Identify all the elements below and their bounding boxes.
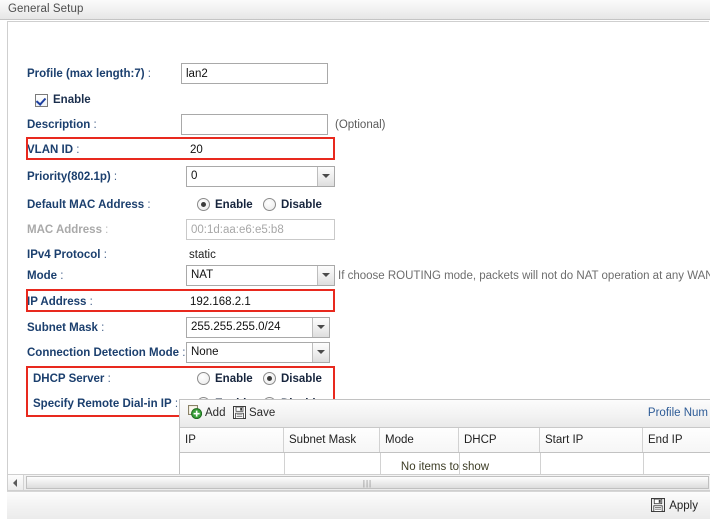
chevron-down-icon[interactable] bbox=[312, 343, 329, 362]
priority-label-text: Priority(802.1p) bbox=[27, 171, 111, 183]
mode-label-text: Mode bbox=[27, 270, 58, 282]
priority-label: Priority(802.1p) : bbox=[27, 166, 117, 188]
add-green-plus-icon bbox=[188, 405, 202, 419]
subnet-mask-label-text: Subnet Mask bbox=[27, 322, 98, 334]
apply-button-label: Apply bbox=[669, 500, 698, 512]
ipv4-protocol-value: static bbox=[189, 249, 216, 261]
dhcp-server-radio-group: Enable Disable bbox=[197, 368, 337, 390]
vlan-id-label-colon: : bbox=[73, 144, 80, 156]
description-optional-note: (Optional) bbox=[335, 119, 386, 131]
connection-detection-mode-label: Connection Detection Mode : bbox=[27, 342, 185, 364]
horizontal-scrollbar[interactable]: ||| bbox=[7, 474, 710, 491]
ip-address-label-text: IP Address bbox=[27, 296, 87, 308]
apply-button[interactable]: Apply bbox=[651, 496, 698, 516]
dhcp-server-disable-radio[interactable] bbox=[263, 372, 276, 385]
dhcp-server-enable-radio[interactable] bbox=[197, 372, 210, 385]
ipv4-protocol-label: IPv4 Protocol : bbox=[27, 244, 107, 266]
vlan-id-label-text: VLAN ID bbox=[27, 144, 73, 156]
mode-label: Mode : bbox=[27, 265, 63, 287]
general-setup-window: General Setup Profile (max length:7) : E… bbox=[0, 0, 710, 519]
grid-empty-message: No items to show bbox=[400, 461, 490, 473]
default-mac-address-label-colon: : bbox=[144, 199, 151, 211]
subnet-mask-select[interactable]: 255.255.255.0/24 bbox=[186, 317, 330, 338]
profile-label-colon: : bbox=[144, 68, 151, 80]
default-mac-enable-radio[interactable] bbox=[197, 198, 210, 211]
default-mac-address-radio-group: Enable Disable bbox=[197, 194, 337, 216]
save-button[interactable]: Save bbox=[233, 400, 275, 427]
mac-address-label: MAC Address : bbox=[27, 219, 108, 241]
grip-dots-icon: ||| bbox=[362, 479, 373, 488]
add-button-label: Add bbox=[205, 407, 226, 419]
specify-remote-dialin-ip-label-text: Specify Remote Dial-in IP bbox=[33, 398, 172, 410]
connection-detection-mode-select-value: None bbox=[191, 346, 219, 358]
vlan-id-input[interactable] bbox=[186, 139, 328, 160]
grid-header-row: IP Subnet Mask Mode DHCP Start IP End IP bbox=[180, 428, 710, 453]
enable-checkbox[interactable] bbox=[35, 94, 48, 107]
default-mac-address-label: Default MAC Address : bbox=[27, 194, 151, 216]
dhcp-server-disable-label: Disable bbox=[281, 373, 322, 385]
subnet-mask-label: Subnet Mask : bbox=[27, 317, 104, 339]
column-header-start-ip[interactable]: Start IP bbox=[540, 428, 643, 452]
mode-hint-text: If choose ROUTING mode, packets will not… bbox=[338, 270, 710, 282]
default-mac-address-label-text: Default MAC Address bbox=[27, 199, 145, 211]
chevron-down-icon[interactable] bbox=[312, 318, 329, 337]
ip-address-label: IP Address : bbox=[27, 291, 93, 313]
mac-address-input[interactable] bbox=[186, 219, 335, 240]
vlan-id-label: VLAN ID : bbox=[27, 139, 79, 161]
page-title: General Setup bbox=[8, 3, 84, 15]
column-header-subnet-mask[interactable]: Subnet Mask bbox=[284, 428, 380, 452]
column-header-dhcp[interactable]: DHCP bbox=[459, 428, 540, 452]
profile-input[interactable] bbox=[181, 63, 328, 84]
specify-remote-dialin-ip-label-colon: : bbox=[171, 398, 179, 410]
scrollbar-thumb[interactable]: ||| bbox=[26, 476, 709, 489]
connection-detection-mode-label-text: Connection Detection Mode bbox=[27, 347, 180, 359]
mac-address-label-colon: : bbox=[101, 224, 109, 236]
profile-label: Profile (max length:7) : bbox=[27, 63, 151, 85]
floppy-disk-icon bbox=[651, 498, 666, 512]
mac-address-label-text: MAC Address bbox=[27, 224, 102, 236]
subnet-mask-select-value: 255.255.255.0/24 bbox=[191, 321, 281, 333]
mode-select[interactable]: NAT bbox=[186, 265, 335, 286]
connection-detection-mode-label-colon: : bbox=[179, 347, 186, 359]
save-button-label: Save bbox=[249, 407, 276, 419]
dhcp-server-label: DHCP Server : bbox=[33, 368, 111, 390]
ipv4-protocol-label-text: IPv4 Protocol bbox=[27, 249, 101, 261]
window-titlebar: General Setup bbox=[0, 0, 710, 20]
floppy-disk-icon bbox=[233, 406, 246, 419]
dhcp-server-enable-label: Enable bbox=[215, 373, 253, 385]
dhcp-server-label-colon: : bbox=[104, 373, 111, 385]
column-header-ip[interactable]: IP bbox=[180, 428, 284, 452]
description-input[interactable] bbox=[181, 114, 328, 135]
specify-remote-dialin-ip-label: Specify Remote Dial-in IP : bbox=[33, 393, 178, 415]
ipv4-protocol-label-colon: : bbox=[100, 249, 107, 261]
ip-address-label-colon: : bbox=[86, 296, 93, 308]
column-header-mode[interactable]: Mode bbox=[380, 428, 459, 452]
priority-label-colon: : bbox=[110, 171, 118, 183]
priority-select[interactable]: 0 bbox=[186, 166, 335, 187]
profile-label-text: Profile (max length:7) bbox=[27, 68, 145, 80]
default-mac-disable-radio[interactable] bbox=[263, 198, 276, 211]
ip-address-input[interactable] bbox=[186, 291, 328, 312]
footer-bar: Apply bbox=[7, 491, 710, 519]
grid-toolbar: Add Save Profile Num bbox=[180, 400, 710, 428]
mode-select-value: NAT bbox=[191, 269, 214, 281]
dhcp-server-label-text: DHCP Server bbox=[33, 373, 105, 385]
mode-label-colon: : bbox=[57, 270, 64, 282]
description-label-text: Description bbox=[27, 119, 91, 131]
column-header-end-ip[interactable]: End IP bbox=[643, 428, 710, 452]
chevron-down-icon[interactable] bbox=[317, 266, 334, 285]
default-mac-disable-label: Disable bbox=[281, 199, 322, 211]
left-arrow-icon[interactable] bbox=[8, 475, 24, 490]
description-label: Description : bbox=[27, 114, 97, 136]
enable-checkbox-label: Enable bbox=[53, 94, 91, 106]
profile-num-link[interactable]: Profile Num bbox=[648, 400, 710, 427]
default-mac-enable-label: Enable bbox=[215, 199, 253, 211]
description-label-colon: : bbox=[90, 119, 97, 131]
priority-select-value: 0 bbox=[191, 170, 198, 182]
add-button[interactable]: Add bbox=[188, 400, 225, 427]
connection-detection-mode-select[interactable]: None bbox=[186, 342, 330, 363]
chevron-down-icon[interactable] bbox=[317, 167, 334, 186]
subnet-mask-label-colon: : bbox=[97, 322, 105, 334]
